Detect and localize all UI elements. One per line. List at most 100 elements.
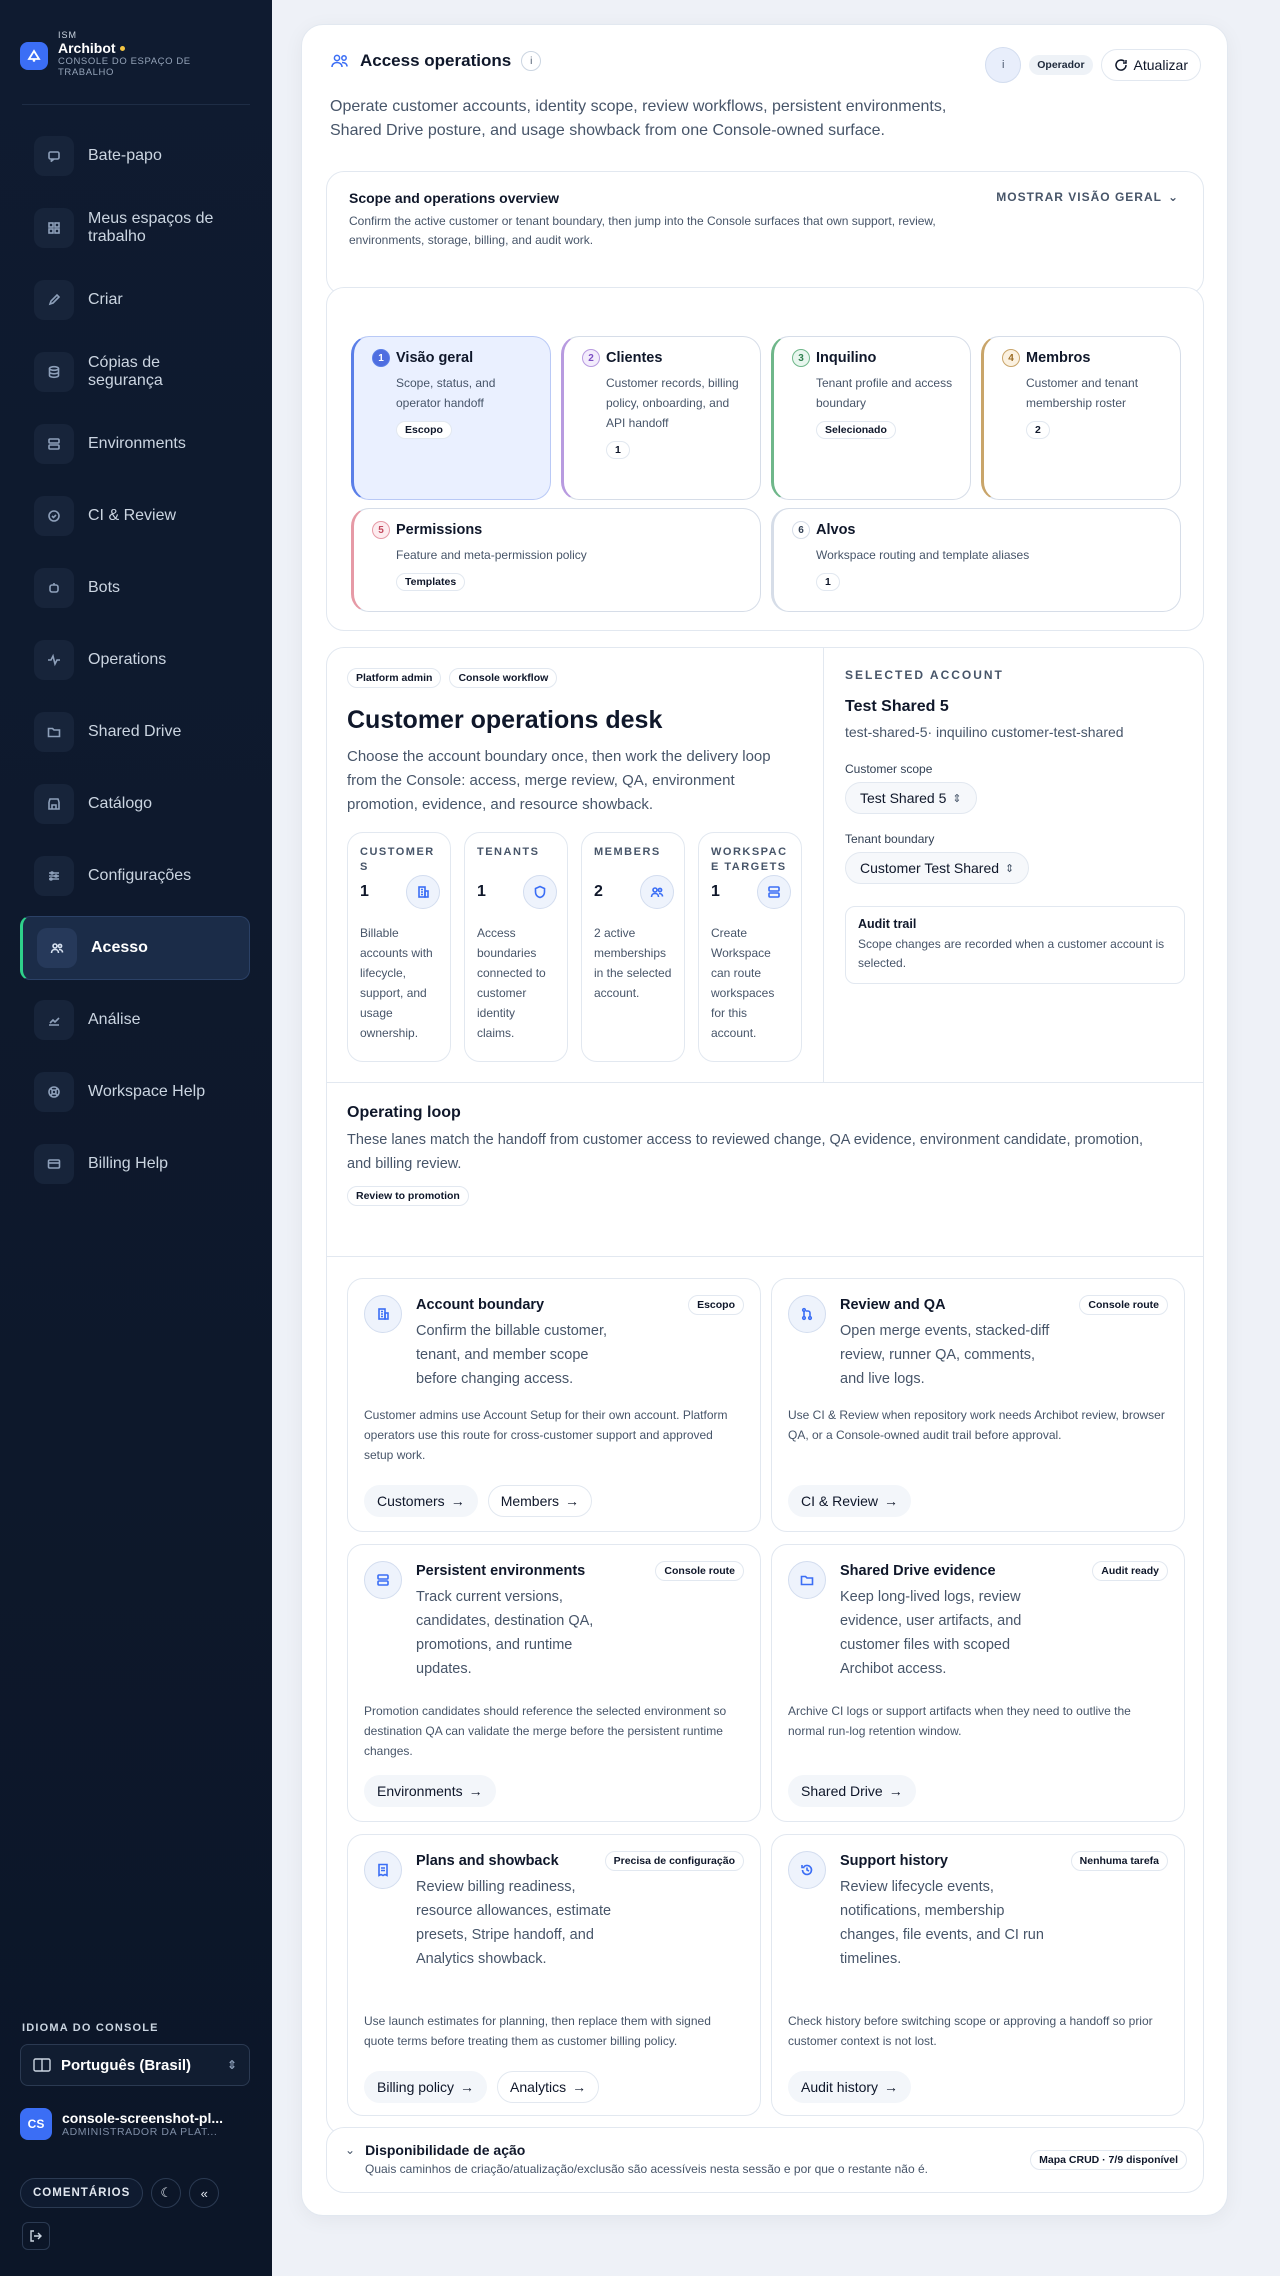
- brand[interactable]: ISM Archibot CONSOLE DO ESPAÇO DE TRABAL…: [20, 30, 218, 78]
- sidebar-item-shared-drive[interactable]: Shared Drive: [20, 700, 250, 764]
- sidebar-item-label: Cópias de segurança: [88, 354, 163, 389]
- stat-desc: Access boundaries connected to customer …: [477, 926, 546, 1040]
- database-icon: [34, 352, 74, 392]
- lifebuoy-icon: [34, 1072, 74, 1112]
- chevron-down-icon: ⌄: [345, 2143, 356, 2157]
- building-icon: [364, 1295, 402, 1333]
- theme-toggle-moon-icon[interactable]: ☾: [151, 2178, 182, 2208]
- lane-title: Review and QA: [840, 1297, 946, 1313]
- step-desc: Customer records, billing policy, onboar…: [606, 376, 739, 430]
- lane-button-environments[interactable]: Environments →: [364, 1775, 496, 1807]
- step-number: 5: [372, 521, 390, 539]
- lane-button-members[interactable]: Members →: [487, 1485, 593, 1517]
- lane-button-billing-policy[interactable]: Billing policy →: [364, 2071, 488, 2103]
- step-badge: 1: [816, 573, 840, 591]
- stat-label: WORKSPACE TARGETS: [711, 846, 788, 873]
- refresh-button[interactable]: Atualizar: [1100, 49, 1201, 81]
- building-icon: [378, 1308, 389, 1320]
- stat-desc: 2 active memberships in the selected acc…: [594, 926, 672, 1000]
- database-icon: [48, 365, 60, 379]
- building-icon: [406, 875, 440, 909]
- lane-button-analytics[interactable]: Analytics →: [497, 2071, 600, 2103]
- step-clientes[interactable]: 2 Clientes Customer records, billing polic…: [561, 336, 761, 500]
- sidebar-item-operations[interactable]: Operations: [20, 628, 250, 692]
- step-title-row: 6 Alvos: [792, 521, 1166, 539]
- lane-extra: Customer admins use Account Setup for th…: [364, 1408, 728, 1462]
- lane-buttons: Customers → Members →: [364, 1485, 593, 1517]
- check-circle-icon: [34, 496, 74, 536]
- sidebar-item-bots[interactable]: Bots: [20, 556, 250, 620]
- sidebar-item-meus-espa-os-de-trabalho[interactable]: Meus espaços de trabalho: [20, 196, 250, 260]
- lane-button-audit-history[interactable]: Audit history →: [788, 2071, 912, 2103]
- sidebar-item-ci-review[interactable]: CI & Review: [20, 484, 250, 548]
- lane-button-label: Analytics: [510, 2079, 567, 2095]
- sidebar-item-label: Meus espaços de trabalho: [88, 210, 214, 245]
- chevron-updown-icon: ⇕: [952, 792, 962, 805]
- lane-desc: Review billing readiness, resource allow…: [416, 1879, 612, 1967]
- lane-desc: Keep long-lived logs, review evidence, u…: [840, 1589, 1022, 1677]
- sidebar-item-cat-logo[interactable]: Catálogo: [20, 772, 250, 836]
- folder-icon: [47, 727, 61, 738]
- feedback-button[interactable]: COMENTÁRIOS: [20, 2178, 144, 2208]
- step-alvos[interactable]: 6 Alvos Workspace routing and template ali…: [771, 508, 1181, 612]
- lane-button-ci-review[interactable]: CI & Review →: [788, 1485, 912, 1517]
- stat-card-workspace-targets: WORKSPACE TARGETS 1 Create Workspace can r…: [698, 832, 802, 1062]
- lane-title: Plans and showback: [416, 1853, 559, 1869]
- step-vis-o-geral[interactable]: 1 Visão geral Scope, status, and operator …: [351, 336, 551, 500]
- section-divider: [823, 648, 824, 1082]
- lane-persistent-environments: Persistent environments Console route Trac…: [347, 1544, 761, 1822]
- sidebar-item-acesso[interactable]: Acesso: [20, 916, 250, 980]
- lane-plans-and-showback: Plans and showback Precisa de configuraçã…: [347, 1834, 761, 2116]
- pencil-icon: [48, 293, 61, 306]
- show-overview-toggle[interactable]: MOSTRAR VISÃO GERAL ⌄: [996, 190, 1179, 204]
- brand-name: Archibot: [58, 40, 116, 56]
- sidebar-item-environments[interactable]: Environments: [20, 412, 250, 476]
- collapse-sidebar-icon[interactable]: «: [189, 2178, 220, 2208]
- step-permissions[interactable]: 5 Permissions Feature and meta-permission …: [351, 508, 761, 612]
- sidebar-item-c-pias-de-seguran-a[interactable]: Cópias de segurança: [20, 340, 250, 404]
- step-membros[interactable]: 4 Membros Customer and tenant membership r…: [981, 336, 1181, 500]
- sidebar-nav: Bate-papo Meus espaços de trabalho Criar Có…: [20, 124, 250, 1204]
- console-workflow-chip: Console workflow: [449, 668, 558, 688]
- show-overview-label: MOSTRAR VISÃO GERAL: [996, 190, 1162, 204]
- lane-button-customers[interactable]: Customers →: [364, 1485, 478, 1517]
- sidebar-item-workspace-help[interactable]: Workspace Help: [20, 1060, 250, 1124]
- merge-icon: [788, 1295, 826, 1333]
- sidebar-item-configura-es[interactable]: Configurações: [20, 844, 250, 908]
- history-icon: [788, 1851, 826, 1889]
- chart-icon: [34, 1000, 74, 1040]
- status-dot: [119, 45, 125, 51]
- user-name: console-screenshot-pl...: [62, 2110, 224, 2126]
- step-badge: 2: [1026, 421, 1050, 439]
- language-label: IDIOMA DO CONSOLE: [22, 2022, 159, 2034]
- crud-map-chip: Mapa CRUD · 7/9 disponível: [1030, 2150, 1187, 2170]
- step-number: 4: [1002, 349, 1020, 367]
- availability-card[interactable]: ⌄ Disponibilidade de ação Quais caminhos…: [326, 2127, 1204, 2193]
- lane-button-label: CI & Review: [801, 1493, 879, 1509]
- overview-desc: Confirm the active customer or tenant bo…: [349, 214, 936, 247]
- audit-trail-title: Audit trail: [858, 917, 917, 931]
- sidebar-item-label: Billing Help: [88, 1155, 169, 1172]
- operator-avatar[interactable]: i: [985, 47, 1022, 83]
- language-select[interactable]: Português (Brasil) ⇕: [20, 2044, 250, 2086]
- step-inquilino[interactable]: 3 Inquilino Tenant profile and access boun…: [771, 336, 971, 500]
- chat-icon: [34, 136, 74, 176]
- sidebar-item-an-lise[interactable]: Análise: [20, 988, 250, 1052]
- tenant-boundary-select[interactable]: Customer Test Shared ⇕: [845, 852, 1030, 884]
- sidebar-item-billing-help[interactable]: Billing Help: [20, 1132, 250, 1196]
- brand-subtitle: CONSOLE DO ESPAÇO DE TRABALHO: [58, 56, 191, 78]
- sidebar-item-criar[interactable]: Criar: [20, 268, 250, 332]
- info-icon[interactable]: i: [521, 51, 542, 71]
- operating-loop-title: Operating loop: [347, 1104, 461, 1121]
- step-title: Clientes: [606, 350, 663, 366]
- desk-section: Platform admin Console workflow Customer…: [347, 668, 827, 817]
- lane-extra: Check history before switching scope or …: [788, 2014, 1153, 2048]
- user-profile[interactable]: CS console-screenshot-pl... ADMINISTRADO…: [20, 2108, 250, 2140]
- sidebar-item-bate-papo[interactable]: Bate-papo: [20, 124, 250, 188]
- lane-extra: Archive CI logs or support artifacts whe…: [788, 1704, 1131, 1738]
- lane-button-shared-drive[interactable]: Shared Drive →: [788, 1775, 916, 1807]
- sidebar-item-label: Criar: [88, 291, 123, 308]
- lane-badge: Escopo: [688, 1295, 744, 1315]
- logout-icon[interactable]: [22, 2222, 50, 2250]
- customer-scope-select[interactable]: Test Shared 5 ⇕: [845, 782, 977, 814]
